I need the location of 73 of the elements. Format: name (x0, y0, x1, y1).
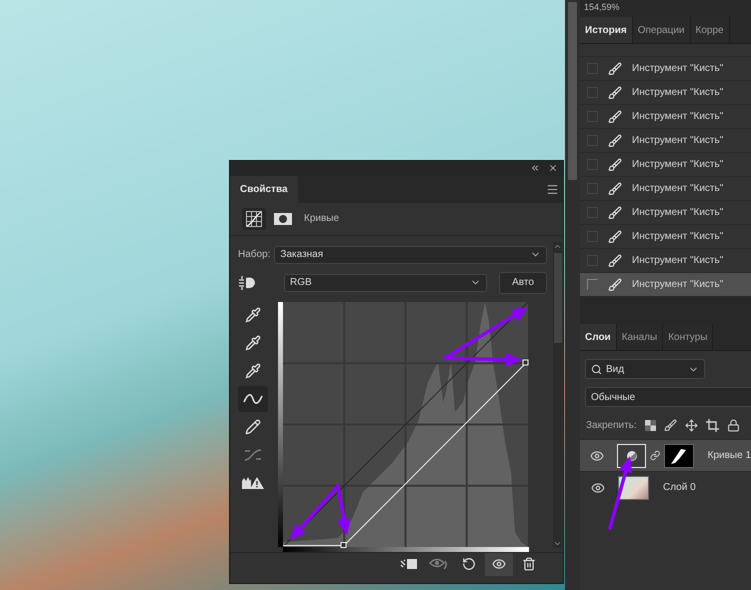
history-item-label: Инструмент "Кисть" (632, 207, 724, 218)
menu-icon[interactable] (546, 182, 559, 196)
history-item-label: Инструмент "Кисть" (632, 63, 724, 74)
brush-icon (608, 110, 622, 124)
panel-tab[interactable]: Свойства (230, 176, 298, 204)
history-item-label: Инструмент "Кисть" (632, 183, 724, 194)
brush-icon (608, 254, 622, 268)
curve-icon (243, 392, 263, 404)
eye-icon[interactable] (590, 448, 604, 462)
mask-icon (274, 212, 292, 225)
brush-icon (608, 86, 622, 100)
panel-tab[interactable]: История (580, 17, 633, 43)
trash-icon (522, 557, 536, 572)
curves-button[interactable] (242, 208, 266, 230)
move-icon[interactable] (684, 418, 698, 432)
history-item-label: Инструмент "Кисть" (632, 279, 724, 290)
layer-name: Кривые 1 (708, 450, 751, 461)
eyedropper-icon (245, 306, 261, 322)
brush-icon (608, 158, 622, 172)
preset-label: Набор: (238, 249, 270, 260)
brush-icon (608, 134, 622, 148)
curves-graph-drawing[interactable] (278, 302, 529, 552)
eye-icon[interactable] (591, 480, 605, 494)
history-item[interactable]: Инструмент "Кисть" (580, 272, 751, 296)
mask-thumbnail[interactable] (664, 444, 694, 468)
layer-name: Слой 0 (663, 482, 696, 493)
histogram-warning-icon (242, 476, 264, 490)
reset-icon (462, 557, 476, 572)
brush-icon (608, 278, 622, 292)
layer-row[interactable]: Слой 0 (580, 471, 751, 503)
adjustment-title: Кривые (304, 213, 340, 224)
panel-tab[interactable]: Слои (580, 324, 617, 350)
checkerboard-icon[interactable] (644, 420, 656, 430)
history-item-label: Инструмент "Кисть" (632, 111, 724, 122)
search-icon (591, 364, 602, 374)
history-item-label: Инструмент "Кисть" (632, 135, 724, 146)
history-item-label: Инструмент "Кисть" (632, 87, 724, 98)
eyedropper-icon (245, 334, 261, 350)
blend-mode-dropdown[interactable]: Обычные (585, 387, 751, 407)
layer-row[interactable]: Кривые 1 (580, 439, 751, 471)
brush-icon[interactable] (664, 418, 677, 432)
scrollbar-thumb[interactable] (568, 2, 577, 180)
zoom-level: 154,59% (584, 2, 620, 12)
close-icon[interactable] (548, 163, 558, 174)
eye-cycle-icon (429, 557, 449, 572)
layer-filter-dropdown[interactable]: Вид (585, 359, 705, 379)
history-item-label: Инструмент "Кисть" (632, 159, 724, 170)
history-item-label: Инструмент "Кисть" (632, 231, 724, 242)
channel-dropdown[interactable]: RGB (284, 274, 487, 292)
chain-link-icon[interactable] (650, 450, 660, 461)
brush-icon (608, 62, 622, 76)
eyedropper-icon (245, 362, 261, 378)
panel-tab[interactable]: Каналы (616, 324, 664, 350)
lock-label: Закрепить: (586, 420, 637, 430)
lock-icon[interactable] (726, 418, 740, 432)
smooth-icon (244, 448, 262, 462)
scrollbar-thumb[interactable] (554, 252, 562, 342)
brush-icon (608, 182, 622, 196)
brush-icon (608, 230, 622, 244)
brush-icon (608, 206, 622, 220)
history-item-label: Инструмент "Кисть" (632, 255, 724, 266)
eye-icon (492, 557, 506, 572)
panel-tab[interactable]: Операции (632, 17, 690, 43)
history-checkbox[interactable] (587, 279, 598, 290)
curves-grid-icon (246, 210, 262, 227)
auto-button[interactable]: Авто (499, 272, 547, 294)
clip-to-layer-icon (400, 557, 418, 572)
preset-dropdown[interactable]: Заказная (274, 246, 547, 264)
adjustment-thumbnail[interactable] (616, 444, 646, 468)
collapse-icon[interactable] (530, 163, 540, 174)
panel-footer-button[interactable] (485, 552, 513, 576)
panel-tab[interactable]: Корре (690, 17, 730, 43)
pencil-icon (245, 418, 261, 434)
